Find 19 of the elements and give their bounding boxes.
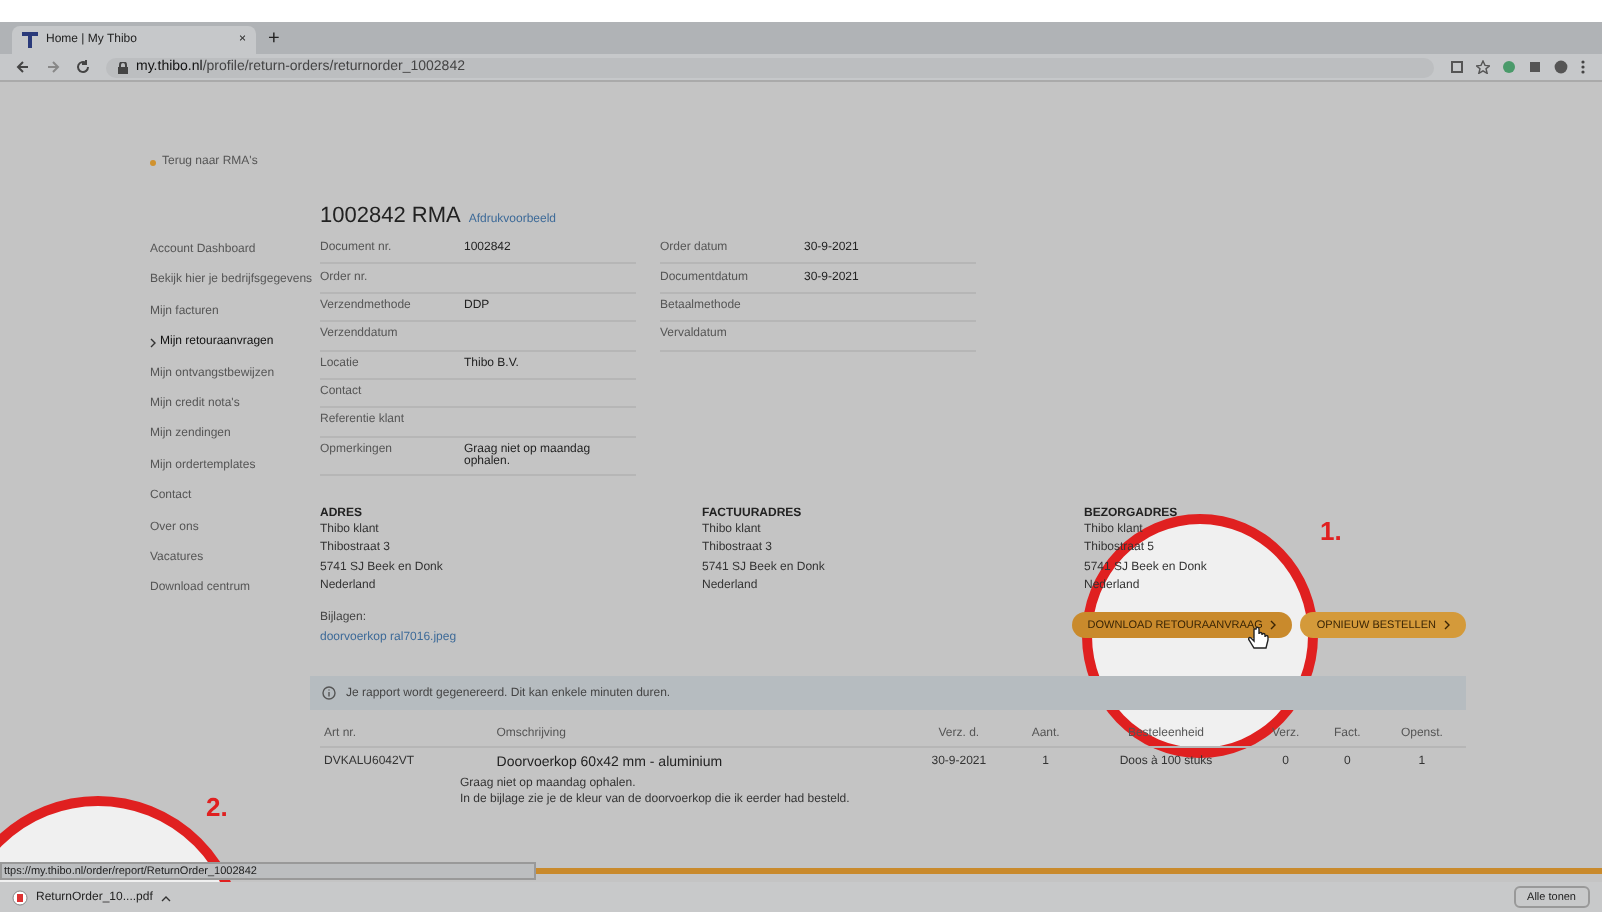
- profile-icon[interactable]: [1554, 60, 1568, 74]
- annotation-number: 2.: [206, 792, 228, 822]
- logo-icon: [22, 32, 38, 48]
- reload-icon[interactable]: [76, 60, 90, 74]
- bullet-icon: [150, 159, 156, 165]
- lock-icon: [118, 61, 128, 73]
- chevron-icon: [1444, 620, 1450, 631]
- menu-icon[interactable]: [1580, 60, 1586, 74]
- annotation-number: 1.: [1320, 516, 1342, 546]
- hand-cursor-icon: [1247, 626, 1270, 653]
- chevron-icon: [1270, 620, 1277, 631]
- star-icon[interactable]: [1476, 60, 1490, 74]
- chevron-icon: [150, 337, 156, 348]
- page-title: 1002842 RMA: [320, 204, 461, 228]
- back-icon[interactable]: [16, 60, 30, 74]
- caret-icon: [160, 893, 173, 901]
- info-icon: [322, 686, 336, 701]
- new-tab-button[interactable]: +: [268, 26, 280, 54]
- pdf-file-icon: [12, 889, 28, 905]
